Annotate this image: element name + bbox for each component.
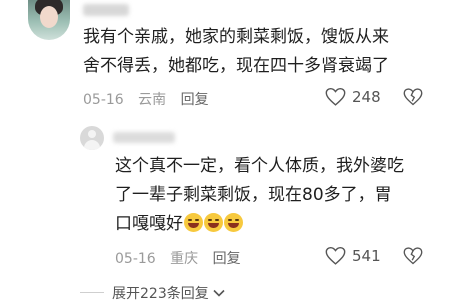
reply-like-count: 541 bbox=[352, 247, 381, 265]
commenter-avatar[interactable] bbox=[28, 0, 70, 40]
heart-icon bbox=[325, 246, 346, 265]
reply-like-button[interactable]: 541 bbox=[325, 246, 381, 266]
comment-reply-button[interactable]: 回复 bbox=[181, 92, 209, 108]
comment-date: 05-16 bbox=[83, 92, 124, 108]
reply-location: 重庆 bbox=[170, 251, 199, 267]
avatar-face bbox=[40, 6, 58, 28]
comment-like-button[interactable]: 248 bbox=[325, 87, 381, 107]
comment-line: 我有个亲戚，她家的剩菜剩饭，馊饭从来 bbox=[83, 27, 389, 47]
expand-divider bbox=[80, 292, 104, 293]
laugh-cry-emoji bbox=[224, 213, 243, 232]
comment-meta: 05-16 云南 回复 bbox=[83, 89, 219, 109]
broken-heart-icon[interactable] bbox=[403, 246, 423, 266]
expand-replies-label: 展开223条回复 bbox=[112, 286, 209, 302]
avatar-body bbox=[84, 140, 100, 150]
expand-replies-button[interactable]: 展开223条回复 bbox=[112, 283, 225, 303]
commenter-name-blurred[interactable] bbox=[83, 4, 129, 16]
comment-like-count: 248 bbox=[352, 88, 381, 106]
reply-meta: 05-16 重庆 回复 bbox=[115, 248, 251, 268]
reply-line: 这个真不一定，看个人体质，我外婆吃 bbox=[115, 156, 404, 176]
reply-date: 05-16 bbox=[115, 251, 156, 267]
comment-line: 舍不得丢，她都吃，现在四十多肾衰竭了 bbox=[83, 56, 389, 76]
reply-body: 这个真不一定，看个人体质，我外婆吃 了一辈子剩菜剩饭，现在80多了，胃 口嘎嘎好 bbox=[115, 152, 404, 239]
broken-heart-icon[interactable] bbox=[403, 87, 423, 107]
reply-name-blurred[interactable] bbox=[113, 132, 175, 143]
avatar-head bbox=[88, 130, 96, 138]
comment-body: 我有个亲戚，她家的剩菜剩饭，馊饭从来 舍不得丢，她都吃，现在四十多肾衰竭了 bbox=[83, 23, 389, 81]
reply-line: 了一辈子剩菜剩饭，现在80多了，胃 bbox=[115, 185, 392, 205]
reply-line: 口嘎嘎好 bbox=[115, 214, 183, 234]
laugh-cry-emoji bbox=[204, 213, 223, 232]
heart-icon bbox=[325, 87, 346, 106]
reply-avatar[interactable] bbox=[80, 126, 104, 150]
chevron-down-icon bbox=[213, 289, 225, 297]
laugh-cry-emoji bbox=[184, 213, 203, 232]
reply-reply-button[interactable]: 回复 bbox=[213, 251, 241, 267]
comment-location: 云南 bbox=[138, 92, 167, 108]
reply-line-with-emoji: 口嘎嘎好 bbox=[115, 210, 404, 239]
